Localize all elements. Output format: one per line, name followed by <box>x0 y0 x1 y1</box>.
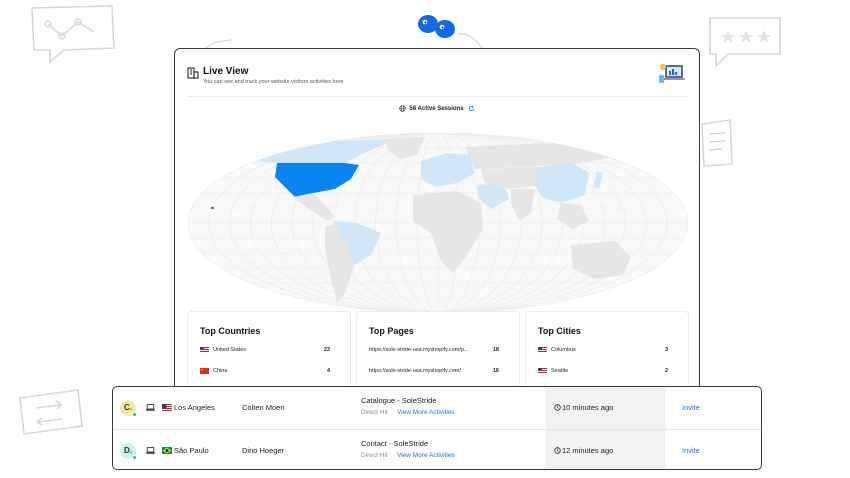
visit-time: 10 minutes ago <box>554 403 613 412</box>
top-countries-title: Top Countries <box>200 326 261 336</box>
country-name: China <box>213 368 228 374</box>
rating-doodle-icon <box>709 17 781 68</box>
map-region-hawaii <box>211 207 214 209</box>
traffic-source: Direct Hit <box>361 409 388 416</box>
world-map[interactable] <box>185 133 691 313</box>
active-sessions-label: 58 Active Sessions <box>409 106 464 113</box>
page-count: 18 <box>492 347 499 353</box>
laptop-icon <box>146 404 155 411</box>
avatar-initial: C. <box>124 403 132 412</box>
activity-row[interactable]: D. São Paulo Dino Hoeger Contact - SoleS… <box>113 429 761 469</box>
visitor-city: São Paulo <box>174 446 209 455</box>
globe-icon <box>399 105 407 112</box>
laptop-icon <box>146 447 155 454</box>
city-row[interactable]: Seattle 2 <box>538 367 676 377</box>
visit-time: 12 minutes ago <box>554 446 613 455</box>
avatar: D. <box>120 443 137 460</box>
view-more-activities-link[interactable]: View More Activities <box>397 452 455 459</box>
transfer-doodle-icon <box>19 389 83 435</box>
curve-doodle-icon <box>457 33 483 49</box>
visit-time-label: 12 minutes ago <box>562 446 614 455</box>
country-count: 23 <box>323 347 330 353</box>
invite-button[interactable]: Invite <box>682 403 700 412</box>
visited-page: Catalogue - SoleStride <box>361 396 437 405</box>
avatar-initial: D. <box>124 446 132 455</box>
city-name: Columbus <box>551 347 576 353</box>
page-url[interactable]: https://sole-stride-usa.myshopify.com/p.… <box>369 347 469 353</box>
br-flag-icon <box>162 447 172 454</box>
online-status-dot <box>132 412 137 417</box>
visitor-name: Colten Moen <box>242 403 285 412</box>
invite-button[interactable]: Invite <box>682 446 700 455</box>
avatar: C. <box>120 400 137 417</box>
refresh-icon[interactable] <box>468 105 475 112</box>
country-name: United States <box>213 347 247 353</box>
card-header: Live View You can see and track your web… <box>187 63 687 97</box>
us-flag-icon <box>162 404 172 411</box>
view-more-activities-link[interactable]: View More Activities <box>397 409 455 416</box>
active-sessions: 58 Active Sessions <box>175 105 699 112</box>
visitor-city: Los Angeles <box>174 403 215 412</box>
activity-row[interactable]: C. Los Angeles Colten Moen Catalogue - S… <box>113 387 761 429</box>
country-row[interactable]: China 4 <box>200 367 338 377</box>
visited-page: Contact - SoleStride <box>361 439 429 448</box>
chart-doodle-icon <box>31 5 115 64</box>
map-region-new-zealand <box>641 275 649 289</box>
document-doodle-icon <box>701 119 733 167</box>
us-flag-icon <box>200 347 209 353</box>
analytics-illustration <box>659 64 685 83</box>
activity-table: C. Los Angeles Colten Moen Catalogue - S… <box>112 386 762 470</box>
city-count: 2 <box>664 368 668 374</box>
cn-flag-icon <box>200 368 209 374</box>
page-count: 16 <box>492 368 499 374</box>
top-pages-title: Top Pages <box>369 326 414 336</box>
brand-logo <box>418 15 455 38</box>
page-row[interactable]: https://sole-stride-usa.myshopify.com/p.… <box>369 346 507 356</box>
country-row[interactable]: United States 23 <box>200 346 338 356</box>
city-row[interactable]: Columbus 3 <box>538 346 676 356</box>
page-url[interactable]: https://sole-stride-usa.myshopify.com/ <box>369 368 461 374</box>
top-cities-title: Top Cities <box>538 326 581 336</box>
traffic-source: Direct Hit <box>361 452 388 459</box>
page-subtitle: You can see and track your website visit… <box>203 79 344 85</box>
city-count: 3 <box>664 347 668 353</box>
city-name: Seattle <box>551 368 569 374</box>
visit-time-label: 10 minutes ago <box>562 403 614 412</box>
live-view-stage: Live View You can see and track your web… <box>0 0 850 478</box>
country-count: 4 <box>326 368 330 374</box>
building-icon <box>187 67 199 79</box>
page-row[interactable]: https://sole-stride-usa.myshopify.com/ 1… <box>369 367 507 377</box>
clock-icon <box>554 447 561 454</box>
clock-icon <box>554 404 561 411</box>
visitor-name: Dino Hoeger <box>242 446 285 455</box>
us-flag-icon <box>538 368 547 374</box>
us-flag-icon <box>538 347 547 353</box>
page-title: Live View <box>203 66 249 77</box>
online-status-dot <box>132 455 137 460</box>
live-view-card: Live View You can see and track your web… <box>174 48 700 408</box>
